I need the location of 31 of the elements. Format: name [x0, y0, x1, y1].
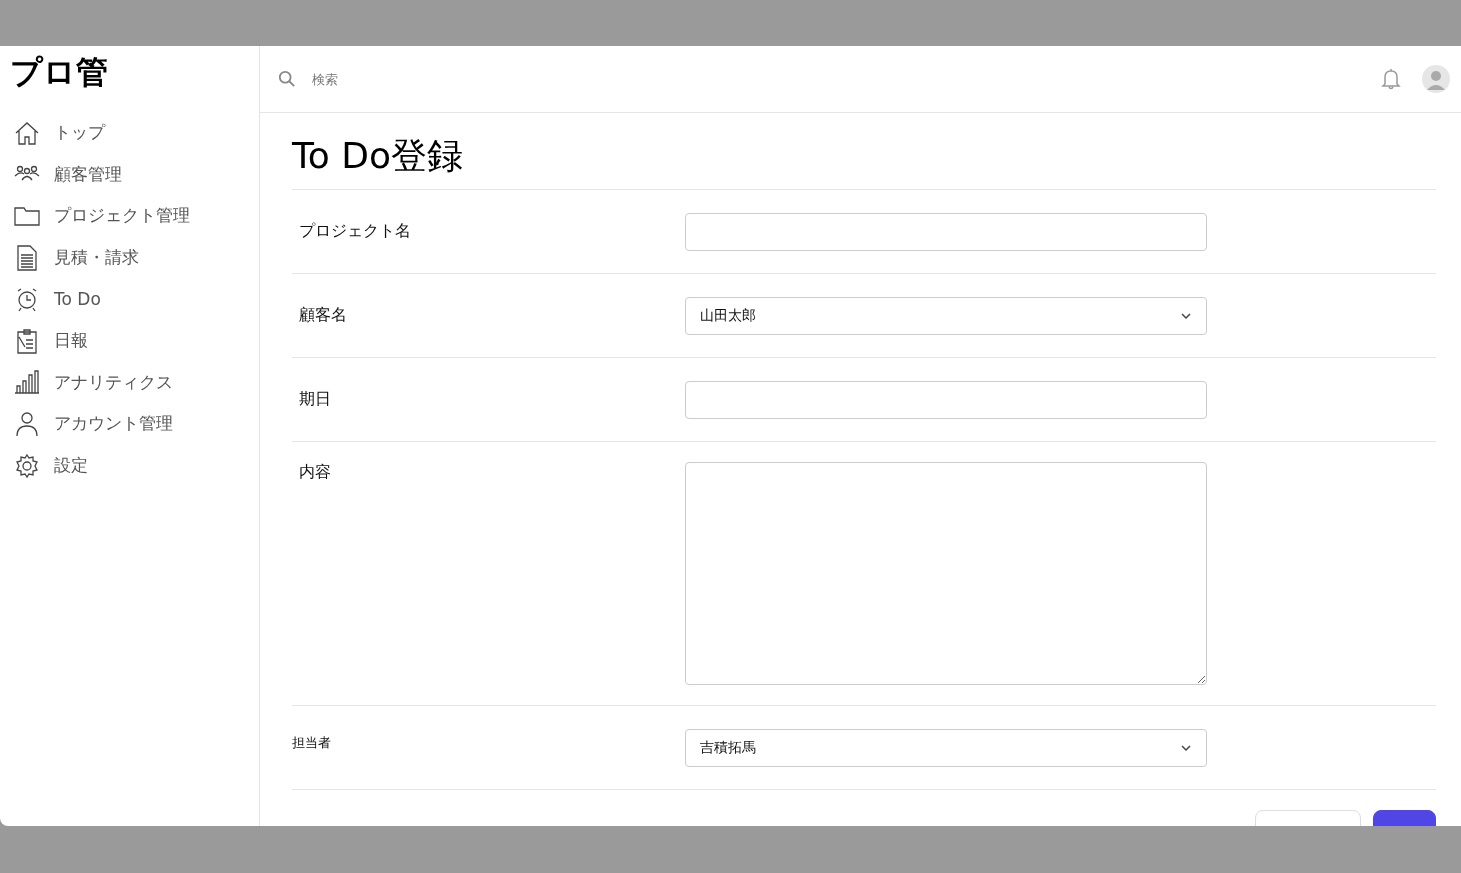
field-label: プロジェクト名: [298, 221, 412, 242]
bell-icon[interactable]: [1381, 68, 1401, 90]
field-label: 内容: [298, 462, 332, 483]
nav-item[interactable]: 設定: [10, 444, 259, 487]
search-icon: [278, 70, 296, 88]
nav-item[interactable]: To Do: [10, 278, 259, 320]
chevron-down-icon: [1180, 311, 1192, 320]
clipboard-icon: [14, 327, 40, 354]
field-label: 顧客名: [298, 305, 348, 326]
nav-item[interactable]: 日報: [10, 319, 259, 362]
nav-item[interactable]: トップ: [10, 112, 259, 154]
text-input[interactable]: [685, 212, 1207, 251]
select-field[interactable]: 山田太郎: [685, 296, 1207, 335]
nav-item[interactable]: アカウント管理: [10, 403, 259, 445]
select-field[interactable]: 吉積拓馬: [685, 728, 1207, 767]
app-logo: プロ管: [10, 52, 109, 92]
chevron-down-icon: [1180, 743, 1192, 752]
nav-item[interactable]: 顧客管理: [10, 153, 259, 196]
avatar-icon[interactable]: [1421, 64, 1451, 94]
document-icon: [14, 244, 40, 271]
gear-icon: [14, 452, 40, 479]
field-label: 担当者: [292, 733, 332, 752]
chart-icon: [14, 369, 40, 396]
field-label: 期日: [298, 389, 332, 410]
textarea-field[interactable]: [685, 462, 1207, 685]
nav-item[interactable]: アナリティクス: [10, 361, 259, 404]
text-input[interactable]: [685, 380, 1207, 419]
nav-item[interactable]: 見積・請求: [10, 236, 259, 279]
person-icon: [14, 410, 40, 437]
page-title: To Do登録: [292, 133, 1436, 190]
nav-item[interactable]: プロジェクト管理: [10, 195, 259, 237]
